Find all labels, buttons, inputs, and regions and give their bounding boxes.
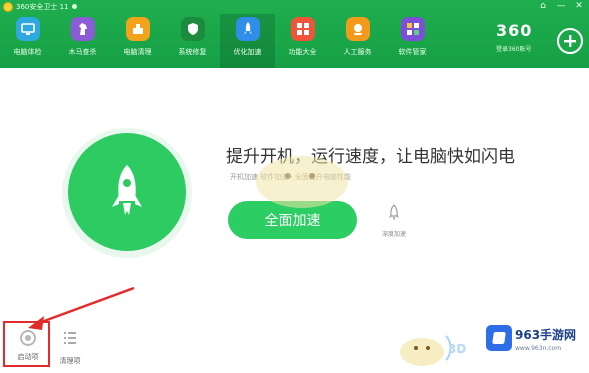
title-bar: 360安全卫士 11 ⌂ — ✕ [0, 0, 589, 14]
nav-label: 功能大全 [288, 48, 317, 56]
broom-icon [125, 17, 150, 41]
nav-item-optimize[interactable]: 优化加速 [220, 14, 275, 68]
site-logo-icon [486, 325, 512, 351]
deep-accelerate-label: 深度加速 [381, 231, 406, 238]
apps-icon [400, 17, 425, 41]
brand-area[interactable]: 360 登录360账号 [496, 21, 558, 61]
nav-label: 人工服务 [343, 48, 372, 56]
watermark-mark: 3D [448, 342, 467, 356]
rocket-icon [235, 17, 260, 41]
monitor-check-icon [15, 17, 40, 41]
nav-label: 电脑清理 [123, 48, 152, 56]
cleanup-label: 清理项 [59, 357, 81, 365]
watermark-url: www.963n.com [515, 345, 562, 352]
startup-label: 启动项 [17, 353, 39, 361]
nav-item-checkup[interactable]: 电脑体检 [0, 14, 55, 68]
nav-label: 木马查杀 [68, 48, 97, 56]
app-logo-icon [3, 2, 13, 12]
nav-label: 软件管家 [398, 48, 427, 56]
plus-icon[interactable] [557, 28, 583, 54]
rocket-outline-icon [389, 204, 399, 221]
cleanup-items-button[interactable]: 清理项 [48, 330, 92, 366]
startup-items-button[interactable]: 启动项 [6, 330, 50, 362]
watermark-site-name: 963手游网 [515, 328, 577, 342]
horse-icon [70, 17, 95, 41]
nav-item-software-manager[interactable]: 软件管家 [385, 14, 440, 68]
service-icon [345, 17, 370, 41]
main-nav: 电脑体检 木马查杀 电脑清理 系统修复 优化加速 功能大全 人工服务 软件管家 [0, 14, 440, 68]
nav-label: 电脑体检 [13, 48, 42, 56]
nav-label: 系统修复 [178, 48, 207, 56]
close-button[interactable]: ✕ [573, 1, 585, 12]
mascot-watermark-icon [400, 335, 452, 366]
nav-label: 优化加速 [233, 48, 262, 56]
shield-icon [180, 17, 205, 41]
window-controls: ⌂ — ✕ [537, 1, 585, 12]
accelerate-circle[interactable] [68, 133, 186, 251]
nav-item-service[interactable]: 人工服务 [330, 14, 385, 68]
nav-item-all-features[interactable]: 功能大全 [275, 14, 330, 68]
deep-accelerate-link[interactable]: 深度加速 [374, 204, 414, 238]
window-title: 360安全卫士 11 [16, 3, 69, 11]
login-link[interactable]: 登录360账号 [496, 44, 558, 53]
startup-icon [20, 330, 36, 346]
skin-button[interactable]: ⌂ [537, 1, 549, 12]
minimize-button[interactable]: — [555, 1, 567, 12]
rocket-icon [112, 165, 142, 215]
nav-item-cleanup[interactable]: 电脑清理 [110, 14, 165, 68]
status-dot-icon [72, 4, 77, 9]
grid-icon [290, 17, 315, 41]
list-icon [64, 332, 76, 344]
top-header: 360安全卫士 11 ⌂ — ✕ 电脑体检 木马查杀 电脑清理 系统修复 优化加… [0, 0, 589, 68]
nav-item-repair[interactable]: 系统修复 [165, 14, 220, 68]
mascot-watermark-icon [256, 156, 348, 208]
brand-logo: 360 [496, 21, 533, 40]
nav-item-trojan-scan[interactable]: 木马查杀 [55, 14, 110, 68]
